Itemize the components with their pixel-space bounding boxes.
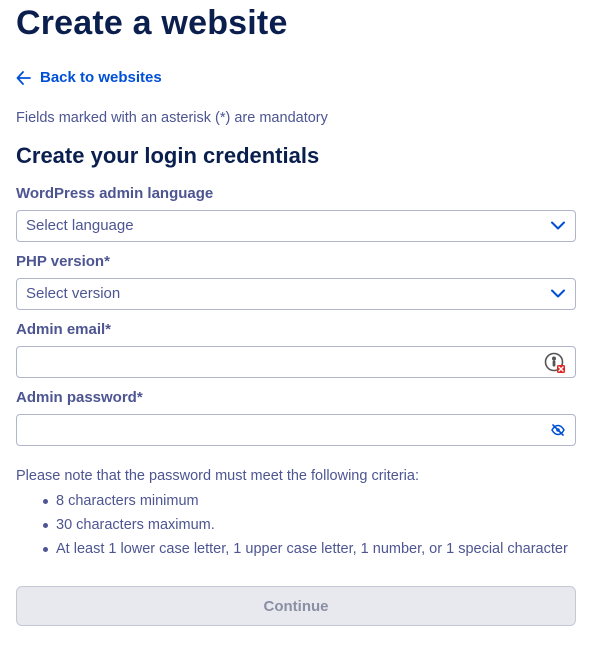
chevron-down-icon	[551, 289, 565, 298]
admin-password-label: Admin password*	[16, 389, 143, 406]
eye-slash-icon[interactable]	[551, 424, 565, 436]
password-criteria-intro: Please note that the password must meet …	[16, 468, 419, 484]
php-version-label: PHP version*	[16, 253, 110, 270]
bullet-icon	[43, 523, 48, 528]
page-title: Create a website	[16, 4, 288, 42]
arrow-left-icon	[16, 70, 31, 85]
password-criteria-list: 8 characters minimum 30 characters maxim…	[16, 492, 568, 564]
back-to-websites-link[interactable]: Back to websites	[16, 69, 162, 86]
bullet-icon	[43, 547, 48, 552]
mandatory-fields-note: Fields marked with an asterisk (*) are m…	[16, 110, 328, 126]
language-select-value: Select language	[26, 217, 134, 234]
back-link-label: Back to websites	[40, 69, 162, 86]
criteria-item: 8 characters minimum	[16, 492, 568, 516]
criteria-item: 30 characters maximum.	[16, 516, 568, 540]
admin-email-label: Admin email*	[16, 321, 112, 338]
chevron-down-icon	[551, 221, 565, 230]
php-version-select[interactable]: Select version	[16, 278, 576, 310]
section-title: Create your login credentials	[16, 143, 320, 168]
continue-button[interactable]: Continue	[16, 586, 576, 626]
language-select[interactable]: Select language	[16, 210, 576, 242]
criteria-item: At least 1 lower case letter, 1 upper ca…	[16, 540, 568, 564]
admin-email-field[interactable]	[16, 346, 576, 378]
password-manager-icon[interactable]	[544, 352, 566, 374]
language-label: WordPress admin language	[16, 185, 214, 202]
bullet-icon	[43, 499, 48, 504]
php-version-select-value: Select version	[26, 285, 121, 302]
admin-password-field[interactable]	[16, 414, 576, 446]
